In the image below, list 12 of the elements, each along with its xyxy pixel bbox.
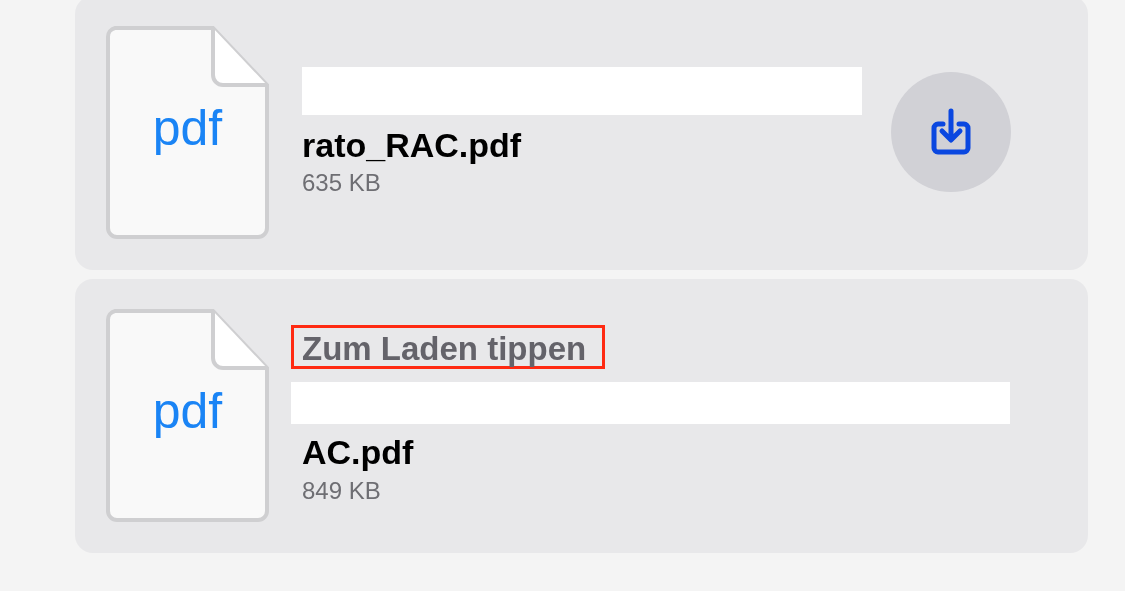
document-icon	[105, 24, 270, 240]
tap-to-load-hint[interactable]: Zum Laden tippen	[302, 330, 587, 369]
file-card[interactable]: pdf Zum Laden tippen AC.pdf 849 KB	[75, 279, 1088, 553]
file-name: rato_RAC.pdf	[302, 124, 523, 166]
file-size: 849 KB	[302, 476, 382, 505]
download-icon	[929, 108, 973, 156]
file-card[interactable]: pdf rato_RAC.pdf 635 KB	[75, 0, 1088, 270]
file-name: AC.pdf	[302, 432, 415, 473]
file-type-label: pdf	[151, 102, 224, 153]
file-type-label: pdf	[151, 385, 224, 436]
file-size: 635 KB	[302, 169, 382, 198]
document-icon	[105, 307, 270, 523]
